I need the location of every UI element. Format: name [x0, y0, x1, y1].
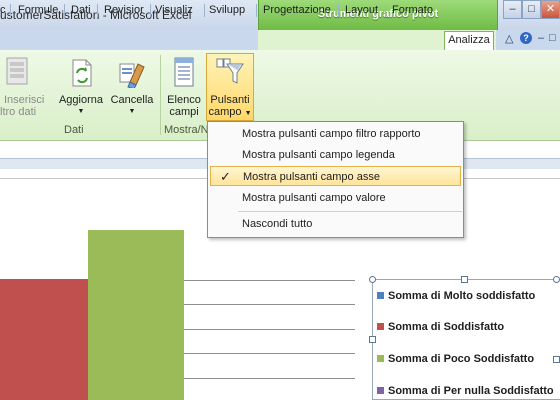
resize-handle[interactable] [553, 356, 560, 363]
legend-label: Somma di Molto soddisfatto [388, 290, 536, 302]
tab-separator [10, 4, 11, 17]
field-buttons-label-1: Pulsanti [210, 94, 250, 106]
field-buttons-dropdown-icon: ▼ [244, 110, 252, 117]
tab-dati[interactable]: Dati [71, 2, 91, 19]
restore-button[interactable]: □ [522, 0, 541, 19]
tab-sviluppo[interactable]: Svilupp [209, 2, 245, 19]
tab-visualizza[interactable]: Visualiz [155, 2, 193, 19]
insert-slicer-label-1: Inserisci [4, 94, 45, 106]
clear-dropdown-icon: ▼ [128, 108, 136, 115]
insert-slicer-button[interactable]: Inserisci ltro dati [0, 94, 46, 118]
field-buttons-label-2-text: campo [208, 106, 242, 118]
legend-label: Somma di Poco Soddisfatto [388, 353, 535, 365]
field-list-label-2: campi [169, 106, 199, 118]
refresh-label: Aggiorna [58, 94, 104, 106]
tab-layout[interactable]: Layout [345, 2, 378, 19]
insert-slicer-label-2: ltro dati [0, 106, 37, 118]
bar-poco-soddisfatto[interactable] [88, 230, 184, 400]
legend-swatch [377, 291, 384, 299]
window-controls: – □ ✕ [503, 0, 560, 20]
legend-item-poco-soddisfatto: Somma di Poco Soddisfatto [377, 353, 534, 365]
tab-home-partial[interactable]: c [0, 2, 6, 19]
field-list-label-1: Elenco [167, 94, 201, 106]
minimize-button[interactable]: – [503, 0, 522, 19]
tab-revisione[interactable]: Revisior [104, 2, 144, 19]
tab-separator [64, 4, 65, 17]
menu-item-hide-all[interactable]: Nascondi tutto [208, 214, 463, 234]
minimize-workbook-icon[interactable]: – [538, 32, 544, 44]
refresh-button[interactable]: Aggiorna ▼ [53, 94, 109, 118]
legend-swatch [377, 386, 384, 394]
refresh-icon [72, 59, 92, 87]
field-list-icon [174, 57, 194, 87]
slicer-icon [6, 57, 28, 85]
close-button[interactable]: ✕ [541, 0, 560, 19]
collapse-ribbon-icon[interactable]: △ [505, 32, 513, 45]
legend-swatch [377, 354, 384, 362]
menu-item-label: Nascondi tutto [242, 218, 313, 230]
tab-separator [385, 4, 386, 17]
legend-label: Somma di Per nulla Soddisfatto [388, 385, 554, 397]
menu-item-label: Mostra pulsanti campo valore [242, 192, 386, 204]
legend-swatch [377, 322, 384, 330]
menu-item-report-filter[interactable]: Mostra pulsanti campo filtro rapporto [208, 124, 463, 144]
tab-formato[interactable]: Formato [392, 2, 433, 19]
filter-funnel-icon [216, 58, 244, 84]
legend-item-per-nulla-soddisfatto: Somma di Per nulla Soddisfatto [377, 385, 554, 397]
tab-analizza[interactable]: Analizza [444, 31, 494, 50]
resize-handle[interactable] [553, 276, 560, 283]
menu-separator [238, 211, 462, 212]
clear-label: Cancella [110, 94, 154, 106]
field-buttons-menu: Mostra pulsanti campo filtro rapporto Mo… [207, 121, 464, 238]
menu-item-axis[interactable]: ✓ Mostra pulsanti campo asse [210, 166, 461, 186]
menu-item-label: Mostra pulsanti campo filtro rapporto [242, 128, 421, 140]
tab-separator [204, 4, 205, 17]
legend-item-soddisfatto: Somma di Soddisfatto [377, 321, 504, 333]
legend-label: Somma di Soddisfatto [388, 321, 505, 333]
group-separator [160, 55, 161, 135]
resize-handle[interactable] [369, 336, 376, 343]
field-buttons-text: Pulsanti campo ▼ [206, 94, 254, 120]
menu-item-label: Mostra pulsanti campo legenda [242, 149, 395, 161]
field-list-button[interactable]: Elenco campi [162, 94, 206, 118]
resize-handle[interactable] [369, 276, 376, 283]
clear-button[interactable]: Cancella ▼ [108, 94, 156, 118]
legend-item-molto-soddisfatto: Somma di Molto soddisfatto [377, 290, 535, 302]
field-buttons-label-2: campo ▼ [206, 106, 254, 120]
help-icon[interactable]: ? [520, 32, 532, 44]
tab-formule[interactable]: Formule [18, 2, 58, 19]
bar-soddisfatto[interactable] [0, 279, 88, 400]
tab-separator [256, 4, 257, 17]
tab-separator [97, 4, 98, 17]
menu-item-value[interactable]: Mostra pulsanti campo valore [208, 188, 463, 208]
restore-workbook-icon[interactable]: □ [549, 32, 556, 44]
tab-progettazione[interactable]: Progettazione [263, 2, 331, 19]
resize-handle[interactable] [461, 276, 468, 283]
tab-analizza-label: Analizza [448, 34, 490, 46]
refresh-dropdown-icon: ▼ [77, 108, 85, 115]
group-mostra-label: Mostra/N [164, 124, 209, 136]
menu-item-label: Mostra pulsanti campo asse [243, 171, 380, 183]
clear-icon [119, 63, 145, 88]
menu-item-legend[interactable]: Mostra pulsanti campo legenda [208, 145, 463, 165]
group-dati-label: Dati [64, 124, 84, 136]
checkmark-icon: ✓ [220, 169, 231, 184]
tab-separator [150, 4, 151, 17]
tab-separator [338, 4, 339, 17]
